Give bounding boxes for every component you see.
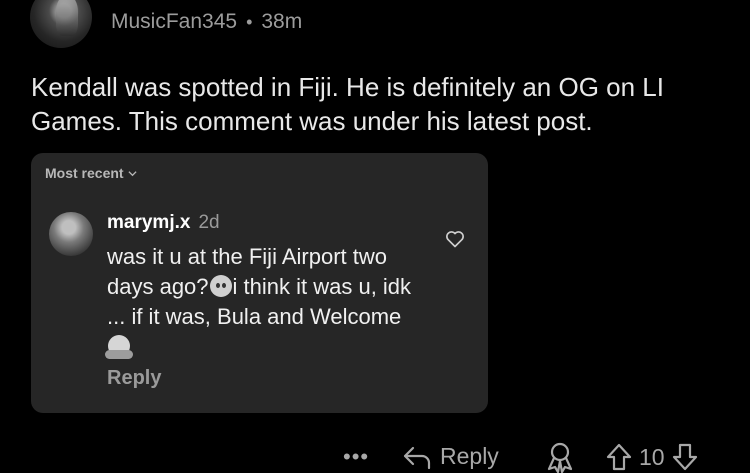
avatar[interactable] <box>30 0 92 48</box>
post-actions-bar: ••• Reply 10 <box>0 440 750 473</box>
post-time: 38m <box>261 10 303 33</box>
comment-username: marymj.x <box>107 212 191 233</box>
upvote-arrow-icon[interactable] <box>605 442 633 472</box>
reply-arrow-icon <box>403 446 431 470</box>
sort-dropdown: Most recent <box>45 165 137 181</box>
post-username[interactable]: MusicFan345 <box>111 10 237 34</box>
meta-separator: • <box>246 11 253 32</box>
reply-label: Reply <box>440 442 499 469</box>
chevron-down-icon <box>128 170 137 176</box>
reply-button[interactable]: Reply <box>402 442 499 470</box>
sort-label: Most recent <box>45 165 124 181</box>
comment-text: was it u at the Fiji Airport two days ag… <box>105 242 417 362</box>
no-mouth-face-icon <box>209 275 232 297</box>
comment-meta: marymj.x 2d <box>107 212 220 234</box>
comment-time: 2d <box>198 212 220 233</box>
post-body: Kendall was spotted in Fiji. He is defin… <box>31 72 664 136</box>
heart-icon <box>446 231 464 248</box>
more-options-button[interactable]: ••• <box>343 440 369 473</box>
vote-count: 10 <box>639 443 665 470</box>
comment-avatar <box>49 212 93 256</box>
embedded-comment-screenshot: Most recent marymj.x 2d was it u at the … <box>31 153 488 413</box>
award-icon[interactable] <box>546 441 574 473</box>
downvote-arrow-icon[interactable] <box>671 442 699 472</box>
post-meta: MusicFan345 • 38m <box>111 10 302 34</box>
comment-reply-label: Reply <box>107 367 162 389</box>
hugging-face-icon <box>105 335 133 359</box>
vote-controls: 10 <box>605 442 699 472</box>
